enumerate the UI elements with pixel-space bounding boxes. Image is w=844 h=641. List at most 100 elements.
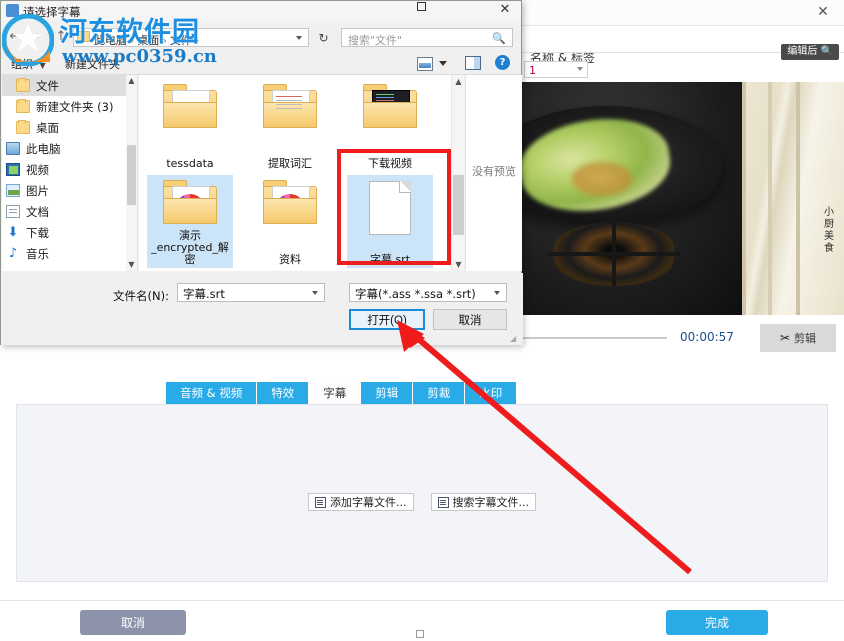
- scroll-up-icon[interactable]: ▲: [126, 75, 137, 87]
- sidebar-item-1[interactable]: 新建文件夹 (3): [2, 96, 137, 117]
- sidebar-scrollbar[interactable]: ▲ ▼: [126, 75, 137, 271]
- video-icon: [6, 163, 20, 176]
- sidebar-item-4[interactable]: 视频: [2, 159, 137, 180]
- open-button[interactable]: 打开(O): [349, 309, 425, 330]
- add-subtitle-file-icon: [315, 496, 326, 508]
- preview-tooltip-area: 编辑后 🔍: [512, 44, 844, 81]
- folder-icon: [16, 99, 30, 113]
- button-label: 搜索字幕文件...: [452, 496, 530, 509]
- music-icon: ♪: [8, 246, 18, 261]
- chevron-down-icon[interactable]: [296, 36, 302, 40]
- tab-4[interactable]: 剪裁: [413, 382, 466, 404]
- trim-button-label: 剪辑: [794, 332, 817, 345]
- file-item-1[interactable]: 提取词汇: [247, 79, 333, 172]
- sidebar-item-label: 图片: [26, 183, 49, 198]
- annotation-rectangle: [337, 149, 451, 265]
- filetype-select[interactable]: 字幕(*.ass *.ssa *.srt): [349, 283, 507, 302]
- site-watermark: 河东软件园 www.pc0359.cn: [0, 8, 220, 70]
- trim-button[interactable]: ✂ 剪辑: [760, 324, 836, 352]
- search-input[interactable]: 搜索"文件" 🔍: [341, 28, 513, 47]
- sidebar-item-2[interactable]: 桌面: [2, 117, 137, 138]
- tab-1[interactable]: 特效: [257, 382, 310, 404]
- editor-tabs: 音频 & 视频 特效 字幕 剪辑 剪裁 水印: [166, 382, 518, 404]
- sidebar-item-label: 文件: [36, 78, 59, 93]
- sidebar-item-3[interactable]: 此电脑: [2, 138, 137, 159]
- tab-5[interactable]: 水印: [465, 382, 518, 404]
- sidebar-item-label: 桌面: [36, 120, 59, 135]
- file-list-scrollbar[interactable]: ▲ ▼: [451, 75, 464, 271]
- tab-2[interactable]: 字幕: [309, 382, 362, 404]
- video-signature: 小厨美食: [824, 207, 834, 254]
- picture-icon: [6, 184, 20, 197]
- resize-grip[interactable]: ◢: [510, 334, 518, 343]
- sidebar-item-6[interactable]: 文档: [2, 201, 137, 222]
- after-edit-badge[interactable]: 编辑后 🔍: [781, 44, 839, 60]
- sidebar-item-5[interactable]: 图片: [2, 180, 137, 201]
- scroll-down-icon[interactable]: ▼: [126, 259, 137, 271]
- folder-icon: [163, 180, 217, 224]
- finish-button[interactable]: 完成: [666, 610, 768, 635]
- file-item-0[interactable]: tessdata: [147, 79, 233, 172]
- timeline-bar: 00:00:57 ✂ 剪辑: [512, 324, 844, 361]
- window-resize-marker: [416, 630, 424, 638]
- sidebar-item-label: 新建文件夹 (3): [36, 99, 114, 114]
- chevron-down-icon[interactable]: [439, 61, 447, 66]
- file-item-label: 提取词汇: [268, 157, 312, 170]
- tab-label: 字幕: [323, 386, 347, 400]
- dialog-close-icon[interactable]: ✕: [495, 2, 515, 18]
- add-subtitle-file-button[interactable]: 添加字幕文件...: [308, 493, 414, 511]
- sidebar-item-7[interactable]: ⬇ 下载: [2, 222, 137, 243]
- maximize-icon[interactable]: [413, 0, 429, 14]
- scissors-icon: ✂: [779, 331, 791, 345]
- sidebar-item-8[interactable]: ♪ 音乐: [2, 243, 137, 264]
- computer-icon: [6, 142, 20, 155]
- subtitle-actions: 添加字幕文件... 搜索字幕文件...: [17, 493, 827, 511]
- download-icon: ⬇: [7, 225, 19, 240]
- no-preview-label: 没有预览: [472, 165, 516, 178]
- subtitle-panel-body: 添加字幕文件... 搜索字幕文件...: [16, 404, 828, 582]
- chevron-down-icon[interactable]: [312, 291, 318, 295]
- app-close-icon[interactable]: ✕: [812, 3, 834, 21]
- folder-icon: [263, 84, 317, 128]
- folder-icon: [263, 180, 317, 224]
- preview-wall: [724, 82, 844, 315]
- tab-3[interactable]: 剪辑: [361, 382, 414, 404]
- search-subtitle-file-button[interactable]: 搜索字幕文件...: [430, 493, 536, 511]
- folder-icon: [363, 84, 417, 128]
- sidebar-list: 文件新建文件夹 (3) 桌面此电脑视频图片文档 ⬇ 下载 ♪ 音乐: [2, 75, 137, 264]
- current-time-label: 00:00:57: [680, 330, 734, 344]
- watermark-title: 河东软件园: [60, 17, 200, 48]
- document-icon: [6, 205, 20, 218]
- preview-food-secondary: [572, 162, 632, 196]
- view-mode-icon[interactable]: [417, 57, 433, 71]
- folder-icon: [16, 120, 30, 134]
- file-item-3[interactable]: 演示_encrypted_解密: [147, 175, 233, 268]
- file-item-4[interactable]: 资料: [247, 175, 333, 268]
- timeline-track[interactable]: [512, 337, 667, 339]
- help-icon[interactable]: ?: [495, 55, 510, 70]
- after-edit-label: 编辑后: [787, 46, 818, 57]
- scroll-up-icon[interactable]: ▲: [452, 75, 464, 88]
- sidebar-item-label: 视频: [26, 162, 49, 177]
- refresh-icon[interactable]: ↻: [314, 28, 333, 47]
- filename-input[interactable]: 字幕.srt: [177, 283, 325, 302]
- sidebar-item-label: 下载: [26, 225, 49, 240]
- cancel-button[interactable]: 取消: [80, 610, 186, 635]
- preview-pane-icon[interactable]: [465, 56, 481, 70]
- filetype-value: 字幕(*.ass *.ssa *.srt): [355, 287, 476, 301]
- tab-0[interactable]: 音频 & 视频: [166, 382, 258, 404]
- scrollbar-thumb[interactable]: [453, 175, 464, 235]
- filename-label: 文件名(N):: [113, 289, 169, 303]
- tab-label: 音频 & 视频: [180, 386, 243, 400]
- dialog-cancel-button[interactable]: 取消: [433, 309, 507, 330]
- folder-icon: [16, 78, 30, 92]
- scrollbar-thumb[interactable]: [127, 145, 136, 205]
- video-preview[interactable]: 小厨美食: [512, 82, 844, 315]
- sidebar-item-label: 音乐: [26, 246, 49, 261]
- sidebar-item-0[interactable]: 文件: [2, 75, 137, 96]
- watermark-url: www.pc0359.cn: [62, 46, 217, 67]
- chevron-down-icon[interactable]: [494, 291, 500, 295]
- button-label: 添加字幕文件...: [330, 496, 407, 509]
- scroll-down-icon[interactable]: ▼: [452, 258, 464, 271]
- folder-icon: [163, 84, 217, 128]
